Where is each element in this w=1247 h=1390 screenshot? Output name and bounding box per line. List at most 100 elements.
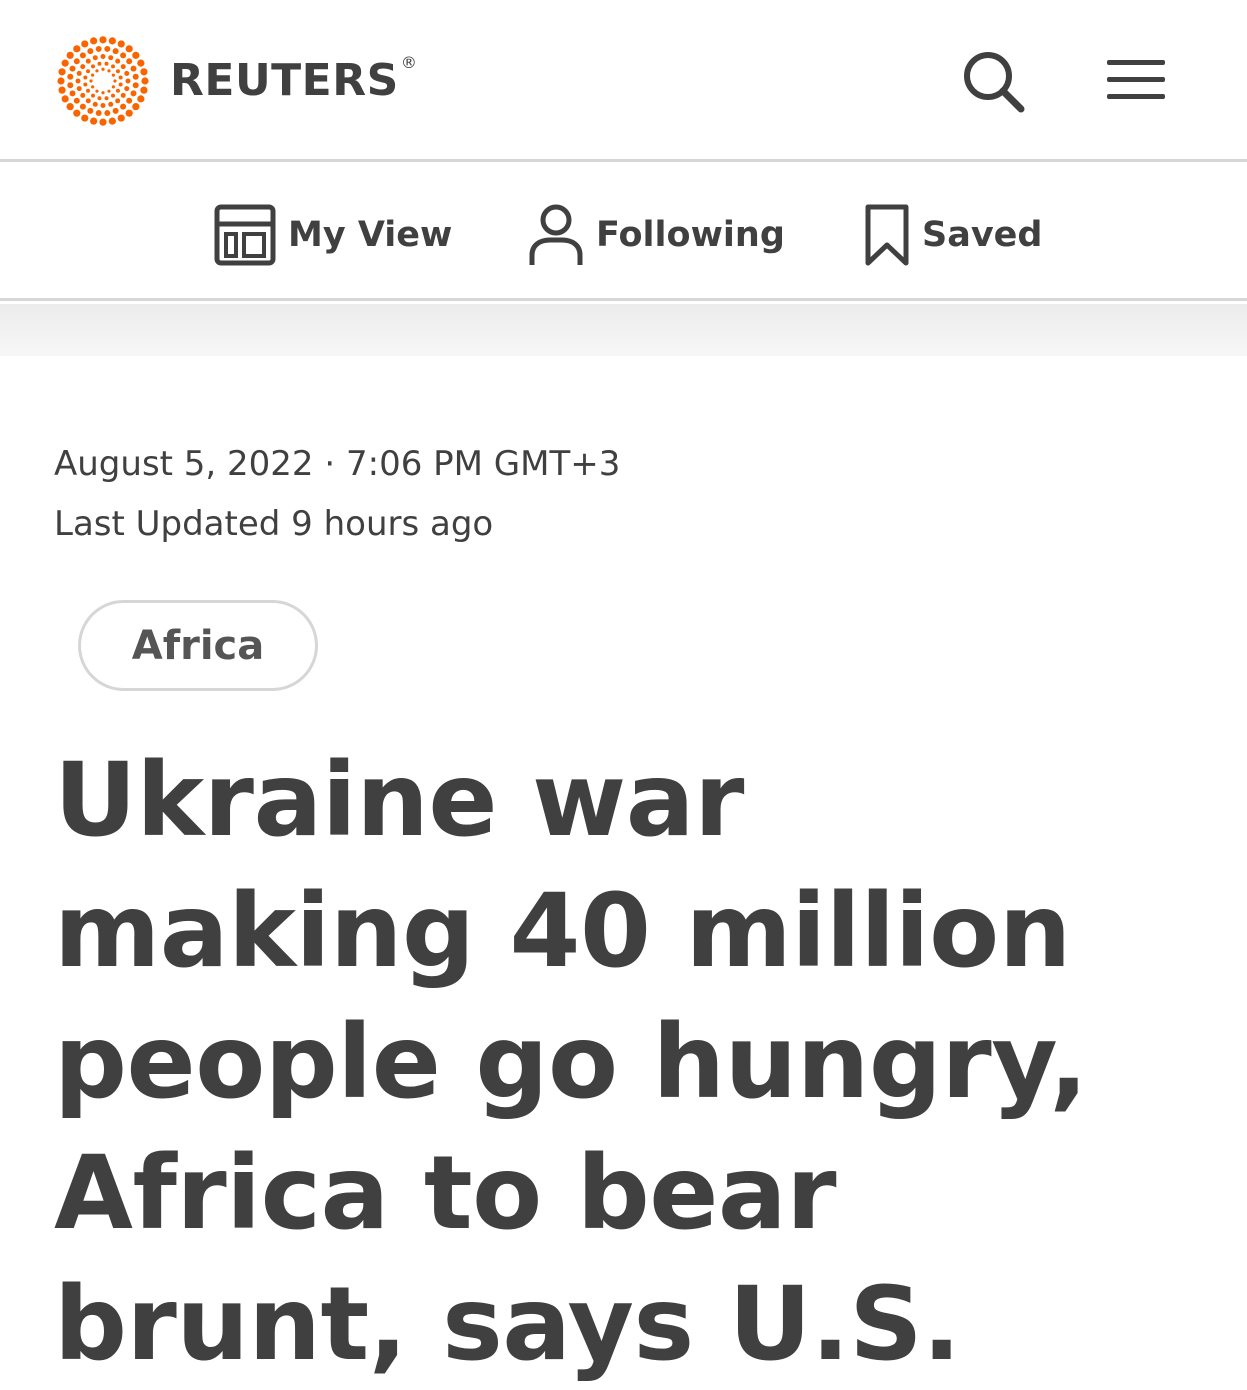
logo-dot	[118, 75, 123, 80]
logo-dot	[67, 73, 74, 80]
nav-saved-label: Saved	[922, 215, 1043, 255]
logo-dot	[120, 103, 127, 110]
logo-dot	[73, 97, 80, 104]
menu-button[interactable]	[1100, 50, 1172, 110]
logo-dot	[137, 59, 145, 67]
logo-dot	[87, 107, 94, 114]
logo-dot	[104, 96, 109, 101]
logo-dot	[85, 58, 91, 64]
logo-dot	[73, 109, 81, 117]
logo-dot	[90, 117, 98, 125]
logo-dot	[115, 98, 121, 104]
logo-dot	[140, 68, 148, 76]
logo-dot	[132, 82, 139, 89]
logo-dot	[132, 73, 139, 80]
logo-dot	[83, 82, 88, 87]
secondary-nav: My View Following Saved	[0, 165, 1247, 301]
logo-dot	[120, 64, 126, 70]
logo-dot	[58, 86, 66, 94]
topic-tag-africa[interactable]: Africa	[78, 600, 318, 691]
logo-dot	[91, 85, 95, 89]
logo-dot	[107, 69, 111, 73]
logo-dot	[117, 114, 125, 122]
logo-dot	[89, 79, 93, 83]
logo-dot	[73, 58, 80, 65]
logo-dot	[124, 70, 130, 76]
logo-dot	[92, 101, 98, 107]
logo-dot	[117, 40, 125, 48]
layout-grid-icon	[214, 204, 276, 266]
logo-dot	[125, 45, 133, 53]
logo-dot	[100, 54, 106, 59]
nav-following[interactable]: Following	[528, 203, 785, 267]
section-divider-shade	[0, 304, 1247, 356]
logo-dot	[81, 114, 89, 122]
logo-dot	[111, 93, 115, 98]
logo-dot	[137, 95, 145, 103]
logo-dot	[95, 110, 102, 117]
logo-dot	[126, 58, 133, 65]
nav-my-view-label: My View	[288, 215, 453, 255]
logo-dot	[115, 88, 120, 93]
logo-dot	[108, 117, 116, 125]
logo-dot	[67, 82, 74, 89]
logo-dot	[90, 37, 98, 45]
site-header: REUTERS ®	[0, 0, 1247, 162]
logo-dot	[69, 90, 76, 97]
logo-dot	[115, 58, 121, 64]
logo-dot	[86, 88, 91, 93]
logo-dot	[130, 90, 137, 97]
logo-dot	[108, 37, 116, 45]
logo-dot	[75, 78, 81, 84]
nav-my-view[interactable]: My View	[214, 203, 452, 267]
logo-dot	[112, 107, 119, 114]
logo-dot	[125, 78, 131, 84]
nav-saved[interactable]: Saved	[864, 203, 1042, 267]
logo-dot	[95, 45, 102, 52]
logo-dot	[125, 109, 133, 117]
logo-dot	[126, 97, 133, 104]
reuters-logo[interactable]: REUTERS ®	[54, 36, 417, 126]
logo-dot	[86, 69, 91, 74]
logo-dot	[79, 52, 86, 59]
logo-dot	[95, 69, 99, 73]
nav-following-label: Following	[596, 215, 785, 255]
logo-dot	[140, 86, 148, 94]
logo-dot	[66, 103, 74, 111]
logo-dot	[104, 45, 111, 52]
logo-dot	[113, 79, 117, 83]
logo-dot	[115, 69, 120, 74]
logo-dot	[120, 92, 126, 98]
logo-dot	[81, 40, 89, 48]
logo-dot	[124, 86, 130, 92]
logo-dot	[132, 103, 140, 111]
logo-dot	[73, 45, 81, 53]
logo-dot	[97, 61, 102, 66]
logo-dot	[92, 55, 98, 61]
logo-dot	[104, 110, 111, 117]
logo-dot	[80, 92, 86, 98]
logo-dot	[76, 70, 82, 76]
logo-dot	[111, 64, 115, 69]
search-button[interactable]	[958, 46, 1030, 118]
logo-dot	[108, 101, 114, 107]
logo-dot	[111, 85, 115, 89]
logo-dot	[101, 91, 105, 95]
person-icon	[529, 204, 583, 265]
logo-dot	[99, 36, 107, 44]
article-last-updated: Last Updated 9 hours ago	[54, 504, 494, 544]
logo-dot	[104, 61, 109, 66]
reuters-dot-logo-icon	[57, 36, 149, 126]
logo-dot	[69, 65, 76, 72]
logo-dot	[101, 67, 105, 71]
bookmark-icon	[865, 204, 909, 266]
logo-dot	[100, 103, 106, 108]
logo-dot	[85, 98, 91, 104]
logo-dot	[61, 59, 69, 67]
logo-dot	[132, 51, 140, 59]
registered-mark: ®	[400, 53, 418, 72]
logo-dot	[130, 65, 137, 72]
logo-dot	[99, 118, 107, 126]
logo-dot	[87, 48, 94, 55]
logo-dot	[57, 77, 65, 85]
